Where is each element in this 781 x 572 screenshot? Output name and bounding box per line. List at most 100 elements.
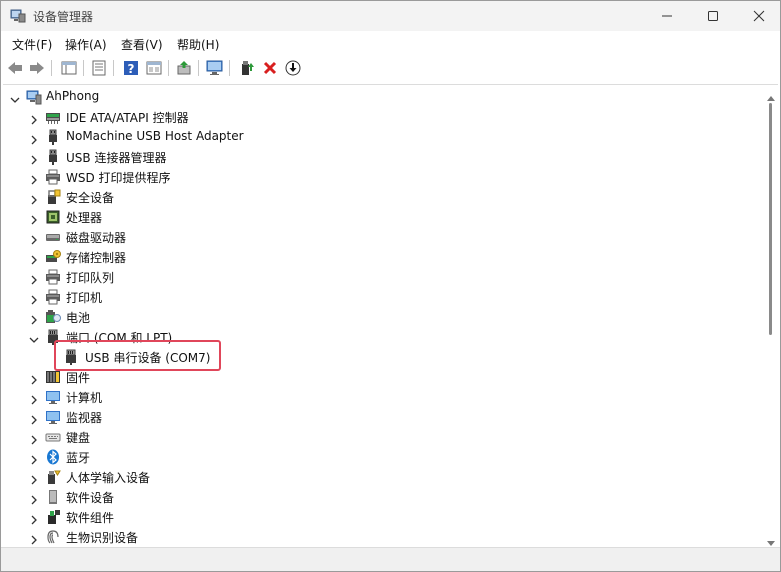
tree-category[interactable]: 键盘 [3,427,763,447]
tree-item-label: 软件设备 [66,491,115,505]
uninstall-icon[interactable] [260,58,280,78]
tree-root[interactable]: AhPhong [3,87,763,107]
tree-item-label: USB 连接器管理器 [66,151,167,165]
selection-highlight [54,340,221,371]
chevron-right-icon[interactable] [28,271,40,285]
tree-item-label: 软件组件 [66,511,115,525]
tree-category[interactable]: 蓝牙 [3,447,763,467]
show-hide-tree-icon[interactable] [59,58,79,78]
usb-plug-icon [45,149,61,165]
tree-category[interactable]: 磁盘驱动器 [3,227,763,247]
chevron-right-icon[interactable] [28,491,40,505]
battery-icon [45,309,61,325]
chevron-right-icon[interactable] [28,411,40,425]
chevron-right-icon[interactable] [28,391,40,405]
chevron-right-icon[interactable] [28,291,40,305]
printer-icon [45,289,61,305]
tree-category[interactable]: 软件组件 [3,507,763,527]
properties-icon[interactable] [89,58,109,78]
tree-category[interactable]: WSD 打印提供程序 [3,167,763,187]
software-device-icon [45,489,61,505]
tree-category[interactable]: 存储控制器 [3,247,763,267]
chevron-right-icon[interactable] [28,371,40,385]
tree-category[interactable]: 人体学输入设备 [3,467,763,487]
tree-item-label: 处理器 [66,211,103,225]
tree-item-label: IDE ATA/ATAPI 控制器 [66,111,189,125]
tree-category[interactable]: 计算机 [3,387,763,407]
chevron-right-icon[interactable] [28,511,40,525]
tree-category[interactable]: 软件设备 [3,487,763,507]
tree-category[interactable]: USB 连接器管理器 [3,147,763,167]
title-bar[interactable]: 设备管理器 [1,1,780,31]
toolbar-separator [83,60,84,76]
tree-item-label: 计算机 [66,391,103,405]
tree-item-label: 人体学输入设备 [66,471,151,485]
firmware-icon [45,369,61,385]
window-title: 设备管理器 [33,10,94,24]
printer-icon [45,269,61,285]
tree-item-label: 安全设备 [66,191,115,205]
tree-item-label: NoMachine USB Host Adapter [66,129,244,143]
chevron-right-icon[interactable] [28,231,40,245]
tree-category[interactable]: 处理器 [3,207,763,227]
tree-item-label: 打印队列 [66,271,115,285]
chevron-right-icon[interactable] [28,151,40,165]
download-icon[interactable] [283,58,303,78]
tree-category[interactable]: 安全设备 [3,187,763,207]
scroll-down-icon[interactable] [767,532,775,546]
scrollbar-thumb[interactable] [769,103,772,335]
tree-root-label: AhPhong [46,89,100,103]
tree-category[interactable]: 生物识别设备 [3,527,763,546]
usb-plug-icon [45,129,61,145]
toolbar-separator [198,60,199,76]
tree-item-label: 打印机 [66,291,103,305]
chevron-right-icon[interactable] [28,211,40,225]
help-icon[interactable]: ? [121,58,141,78]
menu-file[interactable]: 文件(F) [12,36,52,53]
chevron-right-icon[interactable] [28,451,40,465]
chevron-right-icon[interactable] [28,431,40,445]
tree-category[interactable]: IDE ATA/ATAPI 控制器 [3,107,763,127]
chevron-right-icon[interactable] [28,131,40,145]
chevron-right-icon[interactable] [28,311,40,325]
maximize-button[interactable] [690,1,736,31]
forward-icon[interactable] [27,58,47,78]
update-driver-icon[interactable] [174,58,194,78]
menu-action[interactable]: 操作(A) [65,36,107,53]
minimize-button[interactable] [644,1,690,31]
scan-hardware-icon[interactable] [205,58,225,78]
tree-category[interactable]: 监视器 [3,407,763,427]
menu-help[interactable]: 帮助(H) [177,36,219,53]
tree-item-label: 电池 [66,311,91,325]
tree-category[interactable]: 打印机 [3,287,763,307]
enable-device-icon[interactable] [237,58,257,78]
tree-category[interactable]: 打印队列 [3,267,763,287]
keyboard-icon [45,429,61,445]
tree-category[interactable]: 电池 [3,307,763,327]
tree-item-label: 存储控制器 [66,251,127,265]
tree-item-label: WSD 打印提供程序 [66,171,171,185]
status-bar [1,547,780,571]
chevron-right-icon[interactable] [28,531,40,545]
chevron-right-icon[interactable] [28,251,40,265]
back-icon[interactable] [5,58,25,78]
menu-bar: 文件(F) 操作(A) 查看(V) 帮助(H) [1,33,780,55]
tree-item-label: 磁盘驱动器 [66,231,127,245]
vertical-scrollbar[interactable] [765,85,778,546]
device-tree[interactable]: AhPhong IDE ATA/ATAPI 控制器 NoMachine USB H… [3,84,778,546]
menu-view[interactable]: 查看(V) [121,36,163,53]
chevron-right-icon[interactable] [28,471,40,485]
storage-controller-icon [45,249,61,265]
chevron-down-icon[interactable] [28,331,40,343]
ide-controller-icon [45,109,61,125]
close-button[interactable] [736,1,781,31]
chevron-right-icon[interactable] [28,111,40,125]
chevron-right-icon[interactable] [28,191,40,205]
chevron-down-icon[interactable] [9,91,21,103]
scroll-up-icon[interactable] [767,88,775,101]
view-icon[interactable] [144,58,164,78]
toolbar-separator [168,60,169,76]
tree-category[interactable]: NoMachine USB Host Adapter [3,127,763,147]
security-device-icon [45,189,61,205]
chevron-right-icon[interactable] [28,171,40,185]
